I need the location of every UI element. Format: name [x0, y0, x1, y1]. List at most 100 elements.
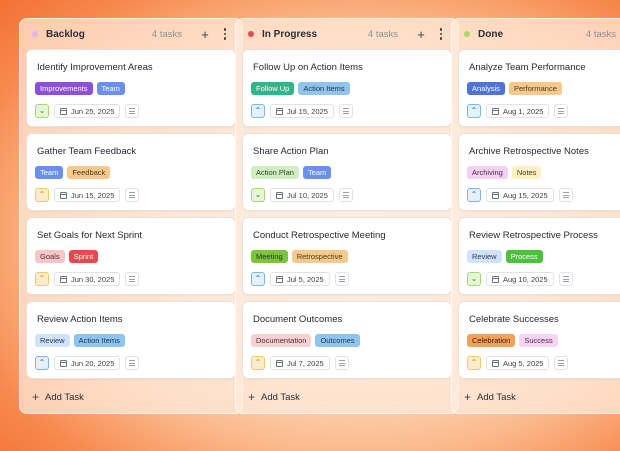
- task-card[interactable]: Archive Retrospective Notes Archiving Not…: [458, 133, 620, 211]
- calendar-icon: [492, 275, 499, 283]
- notes-icon[interactable]: [554, 356, 569, 370]
- add-task-button[interactable]: + Add Task: [32, 391, 84, 403]
- tag: Meeting: [251, 250, 288, 263]
- notes-icon[interactable]: [558, 188, 573, 202]
- due-date[interactable]: Jul 10, 2025: [270, 188, 334, 202]
- priority-high-icon[interactable]: ⌃: [251, 356, 265, 370]
- notes-icon[interactable]: [334, 356, 349, 370]
- task-card[interactable]: Document Outcomes Documentation Outcomes …: [242, 301, 452, 379]
- due-date[interactable]: Aug 5, 2025: [486, 356, 550, 370]
- tag: Action Items: [298, 82, 350, 95]
- calendar-icon: [60, 107, 67, 115]
- task-card[interactable]: Analyze Team Performance Analysis Perform…: [458, 49, 620, 127]
- priority-medium-icon[interactable]: ⌃: [35, 356, 49, 370]
- due-date[interactable]: Jun 20, 2025: [54, 356, 121, 370]
- calendar-icon: [276, 191, 283, 199]
- tag: Retrospective: [291, 250, 348, 263]
- due-date[interactable]: Jul 5, 2025: [270, 272, 330, 286]
- calendar-icon: [492, 107, 499, 115]
- task-card[interactable]: Set Goals for Next Sprint Goals Sprint ⌃ …: [26, 217, 236, 295]
- notes-icon[interactable]: [558, 272, 573, 286]
- due-date[interactable]: Jul 15, 2025: [270, 104, 334, 118]
- notes-icon[interactable]: [125, 188, 140, 202]
- tag: Action Plan: [251, 166, 299, 179]
- add-icon[interactable]: +: [198, 28, 212, 41]
- column-header: In Progress 4 tasks +: [236, 19, 458, 49]
- task-title: Celebrate Successes: [469, 314, 559, 325]
- task-card[interactable]: Conduct Retrospective Meeting Meeting Ret…: [242, 217, 452, 295]
- task-card[interactable]: Review Retrospective Process Review Proce…: [458, 217, 620, 295]
- calendar-icon: [492, 191, 499, 199]
- column-header: Done 4 tasks +: [452, 19, 620, 49]
- priority-low-icon[interactable]: ⌄: [35, 104, 49, 118]
- task-card[interactable]: Gather Team Feedback Team Feedback ⌃ Jun …: [26, 133, 236, 211]
- tag: Action Items: [73, 334, 125, 347]
- notes-icon[interactable]: [125, 272, 140, 286]
- calendar-icon: [60, 191, 67, 199]
- status-dot: [248, 31, 254, 37]
- task-card[interactable]: Follow Up on Action Items Follow Up Actio…: [242, 49, 452, 127]
- task-count: 4 tasks: [367, 28, 398, 40]
- column-title: Backlog: [46, 28, 85, 40]
- calendar-icon: [60, 275, 67, 283]
- tag: Team: [96, 82, 125, 95]
- notes-icon[interactable]: [338, 188, 353, 202]
- due-date[interactable]: Aug 1, 2025: [486, 104, 550, 118]
- due-date[interactable]: Jun 25, 2025: [54, 104, 121, 118]
- priority-low-icon[interactable]: ⌄: [251, 188, 265, 202]
- priority-low-icon[interactable]: ⌄: [467, 272, 481, 286]
- tag: Review: [35, 334, 70, 347]
- priority-high-icon[interactable]: ⌃: [35, 188, 49, 202]
- add-task-button[interactable]: + Add Task: [248, 391, 300, 403]
- due-date[interactable]: Jun 15, 2025: [54, 188, 121, 202]
- more-options-icon[interactable]: [434, 28, 448, 40]
- tag: Feedback: [67, 166, 111, 179]
- tag: Follow Up: [251, 82, 295, 95]
- tag: Team: [302, 166, 332, 179]
- tag: Performance: [508, 82, 562, 95]
- notes-icon[interactable]: [554, 104, 569, 118]
- notes-icon[interactable]: [338, 104, 353, 118]
- calendar-icon: [492, 359, 499, 367]
- task-title: Review Action Items: [37, 314, 123, 325]
- tag: Documentation: [251, 334, 312, 347]
- due-date[interactable]: Jul 7, 2025: [270, 356, 330, 370]
- task-card[interactable]: Review Action Items Review Action Items ⌃…: [26, 301, 236, 379]
- priority-high-icon[interactable]: ⌃: [35, 272, 49, 286]
- notes-icon[interactable]: [125, 104, 140, 118]
- column-in-progress: In Progress 4 tasks + Follow Up on Actio…: [235, 18, 459, 414]
- task-title: Archive Retrospective Notes: [469, 146, 589, 157]
- priority-high-icon[interactable]: ⌃: [467, 356, 481, 370]
- task-title: Set Goals for Next Sprint: [37, 230, 143, 241]
- task-card[interactable]: Share Action Plan Action Plan Team ⌄ Jul …: [242, 133, 452, 211]
- status-dot: [464, 31, 470, 37]
- status-dot: [32, 31, 38, 37]
- priority-medium-icon[interactable]: ⌃: [467, 104, 481, 118]
- column-done: Done 4 tasks + Analyze Team Performance …: [451, 18, 620, 414]
- task-card[interactable]: Celebrate Successes Celebration Success ⌃…: [458, 301, 620, 379]
- more-options-icon[interactable]: [218, 28, 232, 40]
- tag: Celebration: [467, 334, 516, 347]
- priority-medium-icon[interactable]: ⌃: [251, 272, 265, 286]
- notes-icon[interactable]: [125, 356, 140, 370]
- tag: Team: [35, 166, 64, 179]
- tag: Outcomes: [315, 334, 360, 347]
- notes-icon[interactable]: [334, 272, 349, 286]
- calendar-icon: [276, 275, 283, 283]
- plus-icon: +: [32, 390, 40, 404]
- task-title: Conduct Retrospective Meeting: [253, 230, 386, 241]
- task-title: Document Outcomes: [253, 314, 343, 325]
- calendar-icon: [60, 359, 67, 367]
- task-title: Analyze Team Performance: [469, 62, 586, 73]
- tag: Goals: [35, 250, 65, 263]
- due-date[interactable]: Aug 10, 2025: [486, 272, 554, 286]
- priority-medium-icon[interactable]: ⌃: [251, 104, 265, 118]
- due-date[interactable]: Aug 15, 2025: [486, 188, 554, 202]
- task-card[interactable]: Identify Improvement Areas Improvements T…: [26, 49, 236, 127]
- add-icon[interactable]: +: [414, 28, 428, 41]
- add-task-button[interactable]: + Add Task: [464, 391, 516, 403]
- tag: Improvements: [35, 82, 93, 95]
- priority-medium-icon[interactable]: ⌃: [467, 188, 481, 202]
- column-backlog: Backlog 4 tasks + Identify Improvement A…: [19, 18, 243, 414]
- due-date[interactable]: Jun 30, 2025: [54, 272, 121, 286]
